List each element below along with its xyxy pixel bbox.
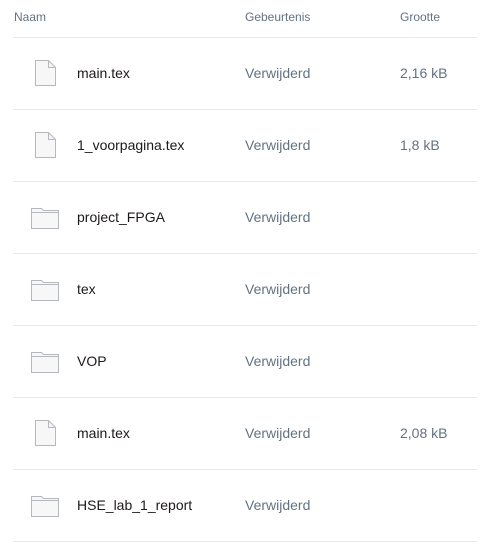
item-name[interactable]: main.tex	[77, 425, 130, 441]
item-name[interactable]: project_FPGA	[77, 209, 165, 225]
item-event: Verwijderd	[245, 497, 311, 513]
item-name[interactable]: VOP	[77, 353, 107, 369]
table-row[interactable]: VOP Verwijderd	[13, 326, 477, 398]
folder-icon	[31, 347, 59, 375]
item-name[interactable]: 1_voorpagina.tex	[77, 137, 184, 153]
item-size: 2,08 kB	[400, 425, 448, 441]
table-row[interactable]: HSE_lab_1_report Verwijderd	[13, 470, 477, 542]
item-name[interactable]: HSE_lab_1_report	[77, 497, 192, 513]
item-event: Verwijderd	[245, 353, 311, 369]
item-name[interactable]: tex	[77, 281, 96, 297]
table-header: Naam Gebeurtenis Grootte	[13, 0, 477, 38]
folder-icon	[31, 275, 59, 303]
file-icon	[31, 419, 59, 447]
item-event: Verwijderd	[245, 209, 311, 225]
column-header-size[interactable]: Grootte	[400, 10, 440, 24]
deleted-files-table: Naam Gebeurtenis Grootte main.tex Verwij…	[13, 0, 477, 542]
table-row[interactable]: 1_voorpagina.tex Verwijderd 1,8 kB	[13, 110, 477, 182]
item-size: 1,8 kB	[400, 137, 440, 153]
file-icon	[31, 59, 59, 87]
item-event: Verwijderd	[245, 425, 311, 441]
table-row[interactable]: project_FPGA Verwijderd	[13, 182, 477, 254]
folder-icon	[31, 491, 59, 519]
item-size: 2,16 kB	[400, 65, 448, 81]
item-name[interactable]: main.tex	[77, 65, 130, 81]
column-header-event[interactable]: Gebeurtenis	[245, 10, 310, 24]
folder-icon	[31, 203, 59, 231]
table-row[interactable]: tex Verwijderd	[13, 254, 477, 326]
table-row[interactable]: main.tex Verwijderd 2,08 kB	[13, 398, 477, 470]
column-header-name[interactable]: Naam	[14, 10, 46, 24]
table-row[interactable]: main.tex Verwijderd 2,16 kB	[13, 38, 477, 110]
item-event: Verwijderd	[245, 281, 311, 297]
file-icon	[31, 131, 59, 159]
item-event: Verwijderd	[245, 65, 311, 81]
item-event: Verwijderd	[245, 137, 311, 153]
